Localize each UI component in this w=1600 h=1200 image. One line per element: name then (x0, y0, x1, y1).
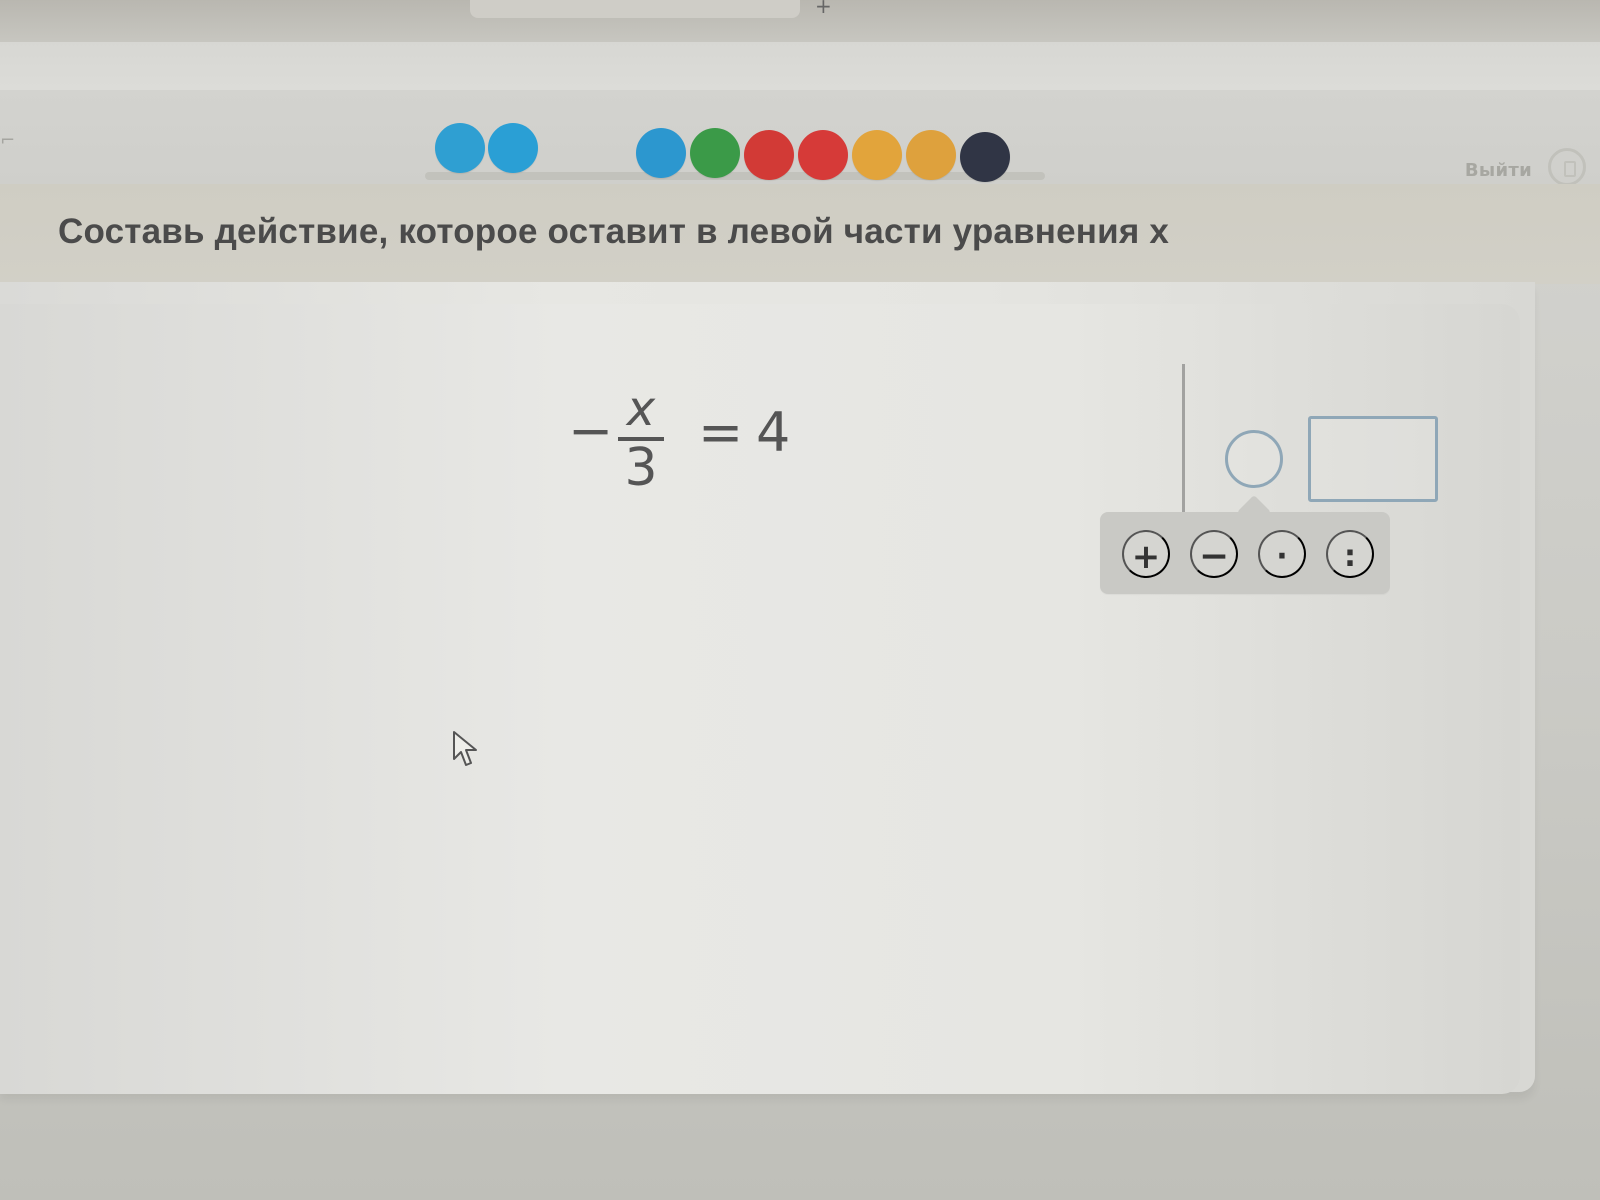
fraction-denominator: 3 (624, 438, 658, 498)
equals-sign: = (698, 401, 744, 464)
divide-operator-button[interactable]: : (1326, 530, 1374, 578)
progress-dot (852, 130, 902, 180)
progress-dots (0, 0, 1600, 184)
equation: − x 3 = 4 (568, 382, 828, 502)
number-slot[interactable] (1308, 416, 1438, 502)
task-banner: Составь действие, которое оставит в лево… (0, 184, 1600, 284)
popover-arrow (1237, 495, 1271, 529)
operator-slot[interactable] (1225, 430, 1283, 488)
equation-minus: − (568, 399, 614, 462)
equation-workspace: − x 3 = 4 + − · : (0, 282, 1535, 1094)
action-constructor: + − · : (1100, 364, 1460, 604)
mouse-cursor-shape (453, 731, 477, 766)
progress-dot (690, 128, 740, 178)
multiply-operator-button[interactable]: · (1258, 530, 1306, 578)
right-hand-side: 4 (756, 401, 791, 464)
progress-dot (744, 130, 794, 180)
task-title: Составь действие, которое оставит в лево… (58, 212, 1170, 251)
operator-popover: + − · : (1100, 495, 1390, 594)
progress-dot (960, 132, 1010, 182)
workspace-panel: − x 3 = 4 + − · : (0, 304, 1520, 1094)
fraction-numerator: x (626, 381, 656, 437)
mouse-cursor-icon (453, 731, 477, 766)
progress-dot (798, 130, 848, 180)
progress-dot (636, 128, 686, 178)
minus-operator-button[interactable]: − (1190, 530, 1238, 578)
progress-dot (906, 130, 956, 180)
action-divider (1182, 364, 1185, 514)
progress-dot (435, 123, 485, 173)
plus-operator-button[interactable]: + (1122, 530, 1170, 578)
fraction: x 3 (614, 382, 668, 498)
progress-dot (488, 123, 538, 173)
